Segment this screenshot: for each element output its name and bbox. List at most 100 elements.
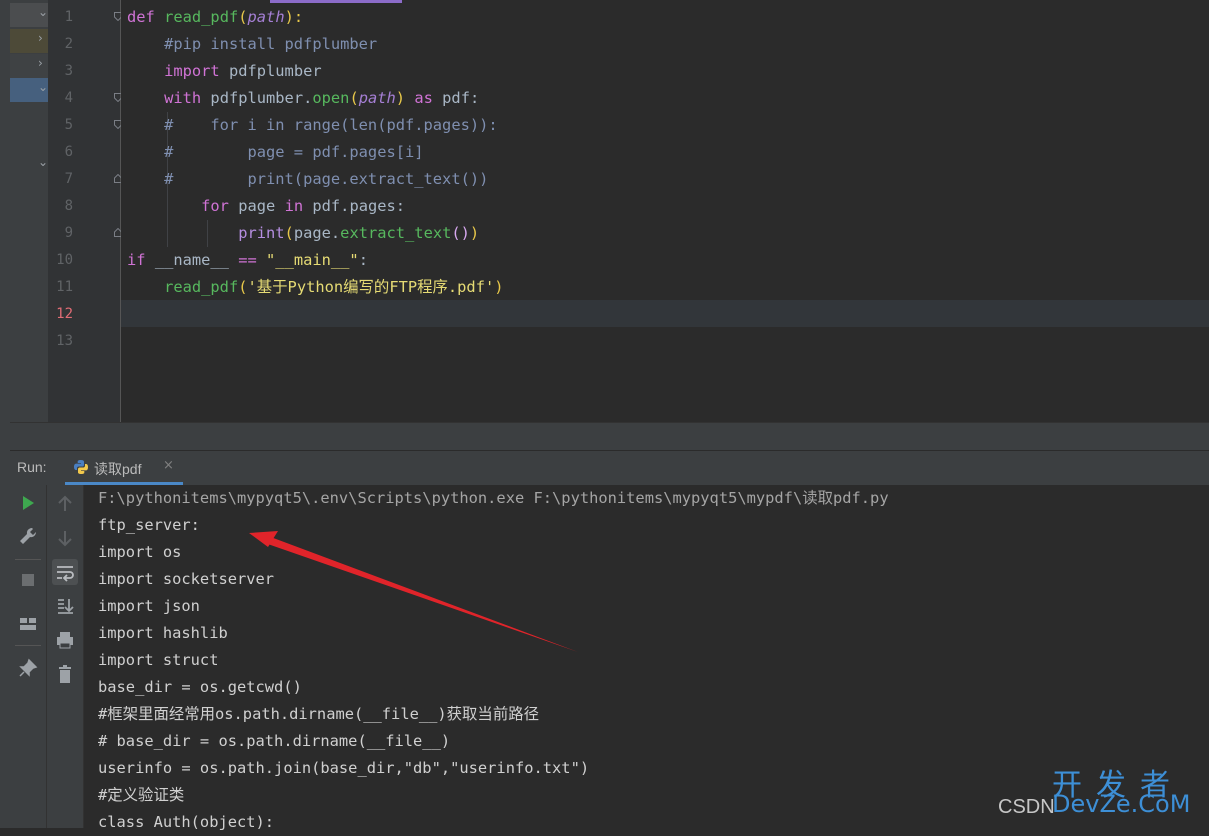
code-line-2: #pip install pdfplumber bbox=[127, 31, 377, 58]
chevron-right-icon[interactable]: › bbox=[38, 31, 43, 45]
layout-icon[interactable] bbox=[17, 613, 39, 635]
code-line-4: with pdfplumber.open(path) as pdf: bbox=[127, 85, 479, 112]
line-number: 2 bbox=[64, 36, 73, 52]
active-editor-tab-indicator bbox=[270, 0, 402, 3]
keyword: def bbox=[127, 8, 155, 26]
comment: # print(page.extract_text()) bbox=[164, 170, 489, 188]
console-line: import hashlib bbox=[98, 624, 228, 642]
operator: == bbox=[238, 251, 257, 269]
identifier: pdfplumber. bbox=[201, 89, 313, 107]
code-editor[interactable]: def read_pdf(path): #pip install pdfplum… bbox=[121, 0, 1209, 422]
paren: ( bbox=[238, 278, 248, 296]
comment: #pip install pdfplumber bbox=[164, 35, 378, 53]
line-number: 5 bbox=[64, 117, 73, 133]
run-toolbar bbox=[10, 485, 47, 828]
console-line: # base_dir = os.path.dirname(__file__) bbox=[98, 732, 451, 750]
console-line: userinfo = os.path.join(base_dir,"db","u… bbox=[98, 759, 590, 777]
run-tab-label: 读取pdf bbox=[94, 461, 142, 477]
identifier: pdf: bbox=[432, 89, 480, 107]
paren: ( bbox=[238, 8, 248, 26]
pin-icon[interactable] bbox=[17, 657, 39, 679]
paren: ( bbox=[284, 224, 294, 242]
keyword: if bbox=[127, 251, 146, 269]
method-name: extract_text bbox=[340, 224, 452, 242]
rerun-icon[interactable] bbox=[17, 492, 39, 514]
keyword: for bbox=[201, 197, 229, 215]
line-number: 4 bbox=[64, 90, 73, 106]
panel-splitter[interactable] bbox=[10, 422, 1209, 451]
colon: : bbox=[358, 251, 368, 269]
paren: ) bbox=[395, 89, 406, 107]
print-icon[interactable] bbox=[54, 629, 76, 651]
code-line-3: import pdfplumber bbox=[127, 58, 322, 85]
line-number: 11 bbox=[56, 279, 73, 295]
identifier: pdf.pages: bbox=[303, 197, 406, 215]
code-line-9: print(page.extract_text()) bbox=[127, 220, 479, 247]
stop-icon[interactable] bbox=[17, 569, 39, 591]
wrench-icon[interactable] bbox=[17, 525, 39, 547]
comment: # for i in range(len(pdf.pages)): bbox=[164, 116, 498, 134]
line-number: 9 bbox=[64, 225, 73, 241]
code-line-1: def read_pdf(path): bbox=[127, 4, 303, 31]
code-line-6: # page = pdf.pages[i] bbox=[127, 139, 424, 166]
console-toolbar bbox=[47, 485, 84, 828]
paren: ) bbox=[494, 278, 504, 296]
line-number: 1 bbox=[64, 9, 73, 25]
project-tree: ⌄ › › ⌄ ⌄ bbox=[10, 0, 49, 450]
toolbar-divider bbox=[15, 645, 41, 646]
code-line-11: read_pdf('基于Python编写的FTP程序.pdf') bbox=[127, 274, 504, 301]
line-gutter: 1 2 3 4 5 6 7 8 9 10 11 12 13 bbox=[48, 0, 143, 422]
console-line: #定义验证类 bbox=[98, 786, 185, 804]
close-icon[interactable]: × bbox=[163, 458, 174, 473]
line-number: 13 bbox=[56, 333, 73, 349]
code-line-10: if __name__ == "__main__": bbox=[127, 247, 368, 274]
paren: ( bbox=[349, 89, 359, 107]
comment: # page = pdf.pages[i] bbox=[164, 143, 424, 161]
console-line: base_dir = os.getcwd() bbox=[98, 678, 302, 696]
param: path bbox=[247, 8, 285, 26]
identifier: page. bbox=[293, 224, 341, 242]
keyword: import bbox=[164, 62, 220, 80]
code-line-7: # print(page.extract_text()) bbox=[127, 166, 488, 193]
code-line-5: # for i in range(len(pdf.pages)): bbox=[127, 112, 498, 139]
line-number: 10 bbox=[56, 252, 73, 268]
console-line: F:\pythonitems\mypyqt5\.env\Scripts\pyth… bbox=[98, 489, 889, 507]
console-line: #框架里面经常用os.path.dirname(__file__)获取当前路径 bbox=[98, 705, 539, 723]
scroll-down-icon[interactable] bbox=[54, 527, 76, 549]
trash-icon[interactable] bbox=[54, 663, 76, 685]
string: '基于Python编写的FTP程序.pdf' bbox=[247, 278, 495, 296]
soft-wrap-icon[interactable] bbox=[54, 561, 76, 583]
paren: ): bbox=[284, 8, 304, 26]
identifier: pdfplumber bbox=[219, 62, 322, 80]
run-panel-header: Run: 读取pdf × bbox=[10, 450, 1209, 486]
paren: () bbox=[451, 224, 470, 242]
scroll-up-icon[interactable] bbox=[54, 493, 76, 515]
line-number: 8 bbox=[64, 198, 73, 214]
keyword: in bbox=[284, 197, 304, 215]
chevron-down-icon[interactable]: ⌄ bbox=[38, 80, 48, 94]
console-output[interactable]: F:\pythonitems\mypyqt5\.env\Scripts\pyth… bbox=[84, 485, 1209, 831]
console-line: class Auth(object): bbox=[98, 813, 275, 831]
line-number: 3 bbox=[64, 63, 73, 79]
function-name: read_pdf bbox=[164, 278, 239, 296]
function-name: open bbox=[312, 89, 350, 107]
chevron-down-icon[interactable]: ⌄ bbox=[38, 5, 48, 19]
chevron-down-icon[interactable]: ⌄ bbox=[38, 155, 48, 169]
console-line: ftp_server: bbox=[98, 516, 200, 534]
code-line-8: for page in pdf.pages: bbox=[127, 193, 405, 220]
console-line: import socketserver bbox=[98, 570, 275, 588]
keyword: with bbox=[164, 89, 202, 107]
console-line: import struct bbox=[98, 651, 219, 669]
watermark-devze: DevZe.CoM bbox=[1052, 790, 1191, 818]
line-number-current: 12 bbox=[56, 306, 73, 322]
chevron-right-icon[interactable]: › bbox=[38, 56, 43, 70]
paren: ) bbox=[469, 224, 480, 242]
identifier: __name__ bbox=[145, 251, 239, 269]
watermark-csdn: CSDN bbox=[998, 796, 1055, 818]
toolbar-divider bbox=[15, 559, 41, 560]
current-line-highlight bbox=[121, 300, 1209, 327]
param: path bbox=[358, 89, 396, 107]
run-tab[interactable]: 读取pdf × bbox=[65, 451, 183, 485]
identifier: page bbox=[228, 197, 285, 215]
scroll-to-end-icon[interactable] bbox=[54, 595, 76, 617]
